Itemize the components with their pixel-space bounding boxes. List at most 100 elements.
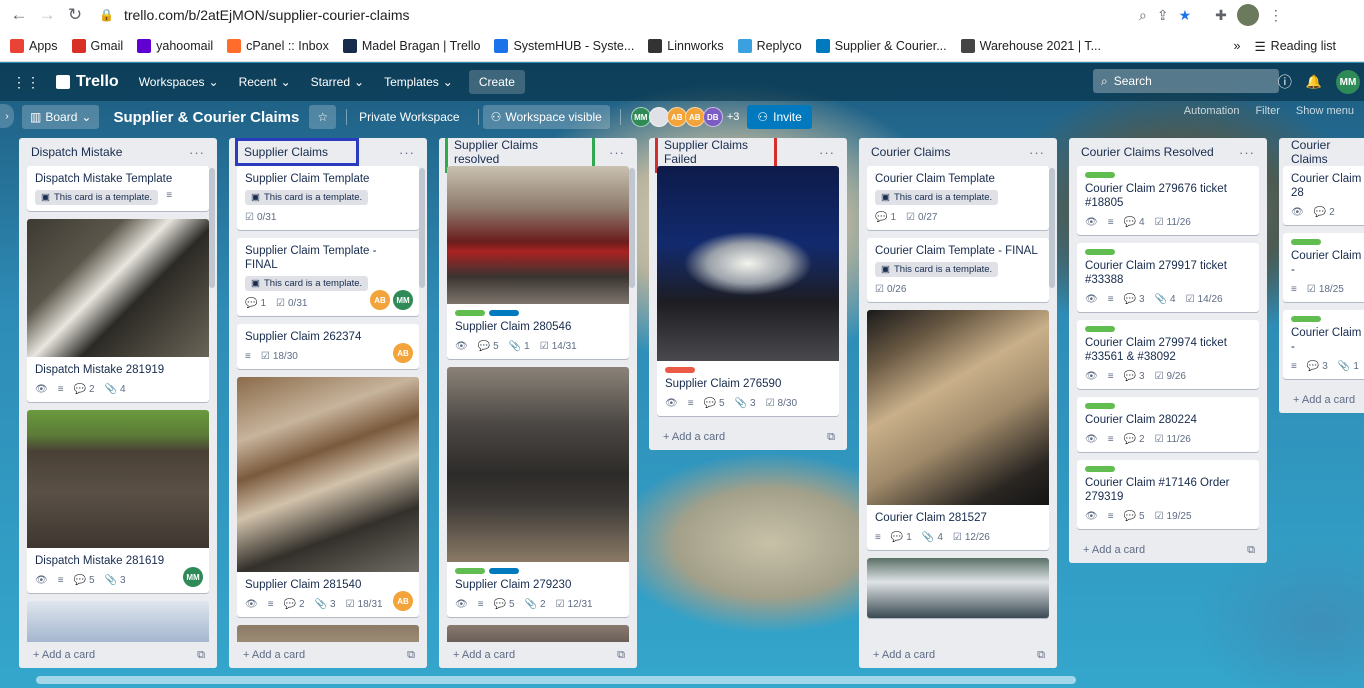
card-label[interactable]: [489, 310, 519, 316]
card[interactable]: Courier Claim #17146 Order 279319 👁 ≡ 💬 5 ☑ 19…: [1077, 460, 1259, 529]
card-member-avatar[interactable]: AB: [393, 343, 413, 363]
board-member-avatar[interactable]: AB: [666, 107, 687, 127]
bookmark-item[interactable]: Apps: [10, 38, 58, 53]
show-menu-button[interactable]: Show menu: [1296, 105, 1354, 117]
filter-button[interactable]: Filter: [1255, 105, 1279, 117]
create-from-template-icon[interactable]: ⧉: [407, 649, 415, 662]
extra-members-count[interactable]: +3: [727, 111, 740, 123]
card[interactable]: Courier Claim 279917 ticket #33388 👁 ≡ 💬 3 📎 4…: [1077, 243, 1259, 312]
board-view-switcher[interactable]: ▥ Board ⌄: [22, 105, 100, 129]
list-scrollbar[interactable]: [1049, 168, 1055, 288]
automation-button[interactable]: Automation: [1184, 105, 1240, 117]
list-column[interactable]: Supplier Claims Failed ··· Supplier Claim …: [649, 138, 847, 450]
bookmarks-more[interactable]: »: [1234, 39, 1241, 53]
create-from-template-icon[interactable]: ⧉: [617, 649, 625, 662]
card[interactable]: Supplier Claim 276590 👁 ≡ 💬 5 📎 3 ☑ 8/30: [657, 166, 839, 416]
card[interactable]: Courier Claim Template - FINAL ▣ This card…: [867, 238, 1049, 302]
card[interactable]: Dispatch Mistake Template ▣ This card is a…: [27, 166, 209, 211]
card-label[interactable]: [665, 367, 695, 373]
workspaces-menu[interactable]: Workspaces ⌄: [129, 67, 229, 97]
back-icon[interactable]: ←: [5, 1, 33, 29]
bookmark-item[interactable]: Linnworks: [648, 38, 724, 53]
card-label[interactable]: [1085, 172, 1115, 178]
add-card-button[interactable]: + Add a card ⧉: [1069, 537, 1267, 563]
card[interactable]: Supplier Claim 280546 👁 💬 5 📎 1 ☑ 14/31: [447, 166, 629, 359]
card[interactable]: Supplier Claim 279230 👁 ≡ 💬 5 📎 2 ☑ 12/31: [447, 367, 629, 617]
board-member-avatar[interactable]: [648, 107, 669, 127]
list-column[interactable]: Courier Claims ··· Courier Claim Template ▣…: [859, 138, 1057, 668]
forward-icon[interactable]: →: [33, 1, 61, 29]
list-title[interactable]: Dispatch Mistake: [25, 141, 128, 163]
apps-icon[interactable]: ⋮⋮: [6, 67, 46, 97]
bookmark-item[interactable]: Gmail: [71, 38, 123, 53]
starred-menu[interactable]: Starred ⌄: [301, 67, 374, 97]
trello-logo[interactable]: Trello: [46, 67, 129, 97]
create-from-template-icon[interactable]: ⧉: [1247, 544, 1255, 557]
card[interactable]: Courier Claim 279974 ticket #33561 & #38…: [1077, 320, 1259, 389]
card[interactable]: Courier Claim - ≡ 💬 3 📎 1: [1283, 310, 1364, 379]
create-button[interactable]: Create: [468, 70, 525, 94]
card-label[interactable]: [1291, 316, 1321, 322]
card-member-avatar[interactable]: MM: [393, 290, 413, 310]
search-input[interactable]: ⌕ Search: [1093, 69, 1279, 93]
card-label[interactable]: [1085, 403, 1115, 409]
card[interactable]: Supplier Claim 262374 ≡ ☑ 18/30 AB: [237, 324, 419, 369]
list-menu-icon[interactable]: ···: [819, 145, 835, 160]
card-member-avatar[interactable]: MM: [183, 567, 203, 587]
board-title[interactable]: Supplier & Courier Claims: [113, 109, 299, 126]
list-menu-icon[interactable]: ···: [1239, 145, 1255, 160]
card-label[interactable]: [1291, 239, 1321, 245]
board-member-avatar[interactable]: AB: [684, 107, 705, 127]
card-member-avatar[interactable]: AB: [393, 591, 413, 611]
list-menu-icon[interactable]: ···: [189, 145, 205, 160]
invite-button[interactable]: ⚇ Invite: [747, 105, 812, 129]
card[interactable]: Courier Claim 28 👁 💬 2: [1283, 166, 1364, 225]
add-card-button[interactable]: + Add a card ⧉: [859, 642, 1057, 668]
info-icon[interactable]: ⓘ: [1278, 72, 1292, 92]
add-card-button[interactable]: + Add a card: [1279, 387, 1364, 413]
card[interactable]: Supplier Claim 281540 👁 ≡ 💬 2 📎 3 ☑ 18/31 AB: [237, 377, 419, 617]
board-member-avatar[interactable]: DB: [702, 107, 723, 127]
zoom-icon[interactable]: ⌕: [1139, 7, 1147, 24]
card[interactable]: Courier Claim - ≡ ☑ 18/25: [1283, 233, 1364, 302]
add-card-button[interactable]: + Add a card ⧉: [649, 424, 847, 450]
list-column[interactable]: Dispatch Mistake ··· Dispatch Mistake Temp…: [19, 138, 217, 668]
profile-avatar[interactable]: [1236, 4, 1259, 26]
create-from-template-icon[interactable]: ⧉: [1037, 649, 1045, 662]
bookmark-item[interactable]: SystemHUB - Syste...: [494, 38, 634, 53]
list-menu-icon[interactable]: ···: [399, 145, 415, 160]
add-card-button[interactable]: + Add a card ⧉: [439, 642, 637, 668]
card[interactable]: Courier Claim Template ▣ This card is a te…: [867, 166, 1049, 230]
card[interactable]: Courier Claim 281527 ≡ 💬 1 📎 4 ☑ 12/26: [867, 310, 1049, 550]
add-card-button[interactable]: + Add a card ⧉: [229, 642, 427, 668]
list-title[interactable]: Supplier Claims: [235, 138, 359, 166]
share-icon[interactable]: ⇪: [1157, 7, 1169, 24]
list-menu-icon[interactable]: ···: [609, 145, 625, 160]
reading-list[interactable]: ☰ Reading list: [1254, 39, 1336, 54]
card[interactable]: Supplier Claim Template ▣ This card is a t…: [237, 166, 419, 230]
card[interactable]: Courier Claim 280224 👁 ≡ 💬 2 ☑ 11/26: [1077, 397, 1259, 452]
list-title[interactable]: Courier Claims: [865, 141, 956, 163]
bookmark-item[interactable]: cPanel :: Inbox: [227, 38, 329, 53]
bookmark-item[interactable]: Madel Bragan | Trello: [342, 38, 480, 53]
visibility-button[interactable]: ⚇ Workspace visible: [482, 105, 610, 129]
board-member-avatar[interactable]: MM: [630, 107, 651, 127]
add-card-button[interactable]: + Add a card ⧉: [19, 642, 217, 668]
card-label[interactable]: [455, 568, 485, 574]
address-bar[interactable]: 🔒 trello.com/b/2atEjMON/supplier-courier…: [99, 7, 1139, 23]
star-icon[interactable]: ★: [1179, 7, 1192, 24]
recent-menu[interactable]: Recent ⌄: [229, 67, 301, 97]
card[interactable]: Dispatch Mistake 281619 👁 ≡ 💬 5 📎 3 MM: [27, 410, 209, 593]
card-label[interactable]: [455, 310, 485, 316]
create-from-template-icon[interactable]: ⧉: [197, 649, 205, 662]
list-scrollbar[interactable]: [629, 168, 635, 288]
star-board-icon[interactable]: ☆: [309, 105, 337, 129]
user-avatar[interactable]: MM: [1336, 70, 1360, 94]
list-menu-icon[interactable]: ···: [1029, 145, 1045, 160]
create-from-template-icon[interactable]: ⧉: [827, 431, 835, 444]
bookmark-item[interactable]: Supplier & Courier...: [815, 38, 947, 53]
list-column[interactable]: Courier Claims Courier Claim 28 👁 💬 2 Courier…: [1279, 138, 1364, 413]
card-member-avatar[interactable]: AB: [370, 290, 390, 310]
card-label[interactable]: [1085, 466, 1115, 472]
menu-icon[interactable]: ⋮: [1269, 7, 1283, 24]
